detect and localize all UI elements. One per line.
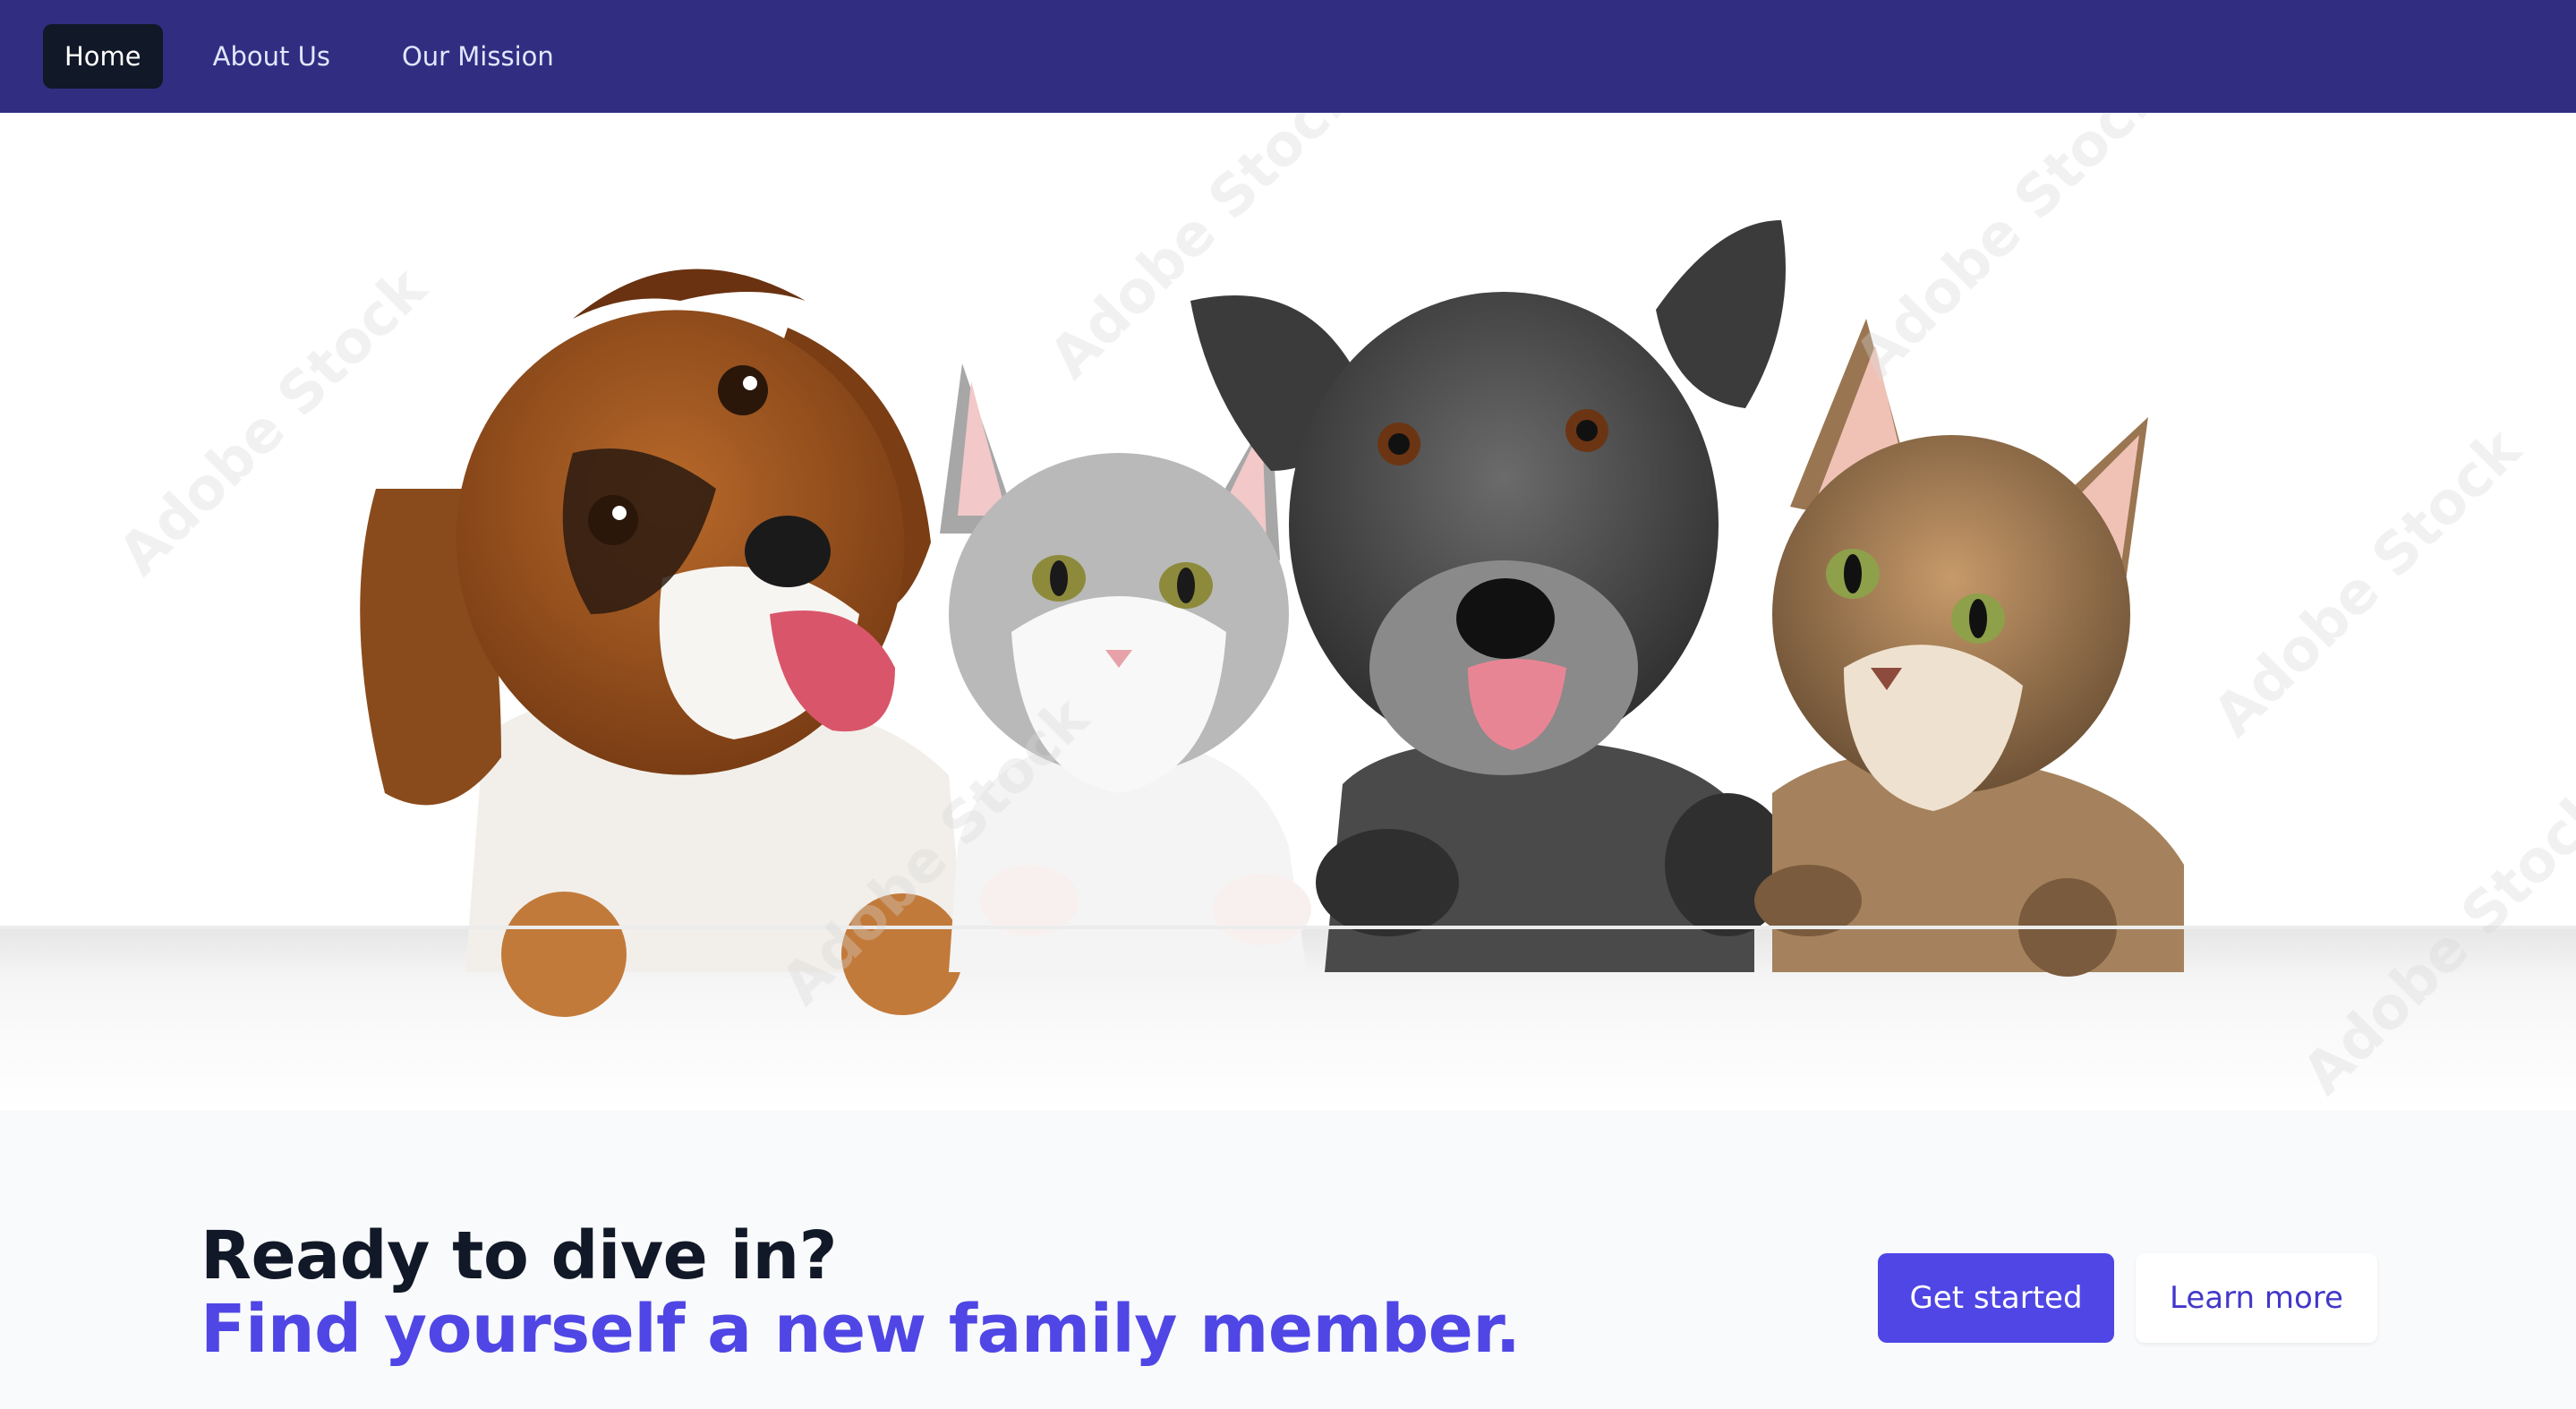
cta-section: Ready to dive in? Find yourself a new fa… bbox=[0, 1110, 2576, 1409]
cta-heading: Ready to dive in? Find yourself a new fa… bbox=[200, 1217, 1521, 1368]
cta-heading-line1: Ready to dive in? bbox=[200, 1217, 838, 1294]
hero-pets-image: Adobe Stock Adobe Stock Adobe Stock Adob… bbox=[0, 113, 2576, 1110]
nav-about-us-link[interactable]: About Us bbox=[192, 24, 352, 89]
get-started-button[interactable]: Get started bbox=[1878, 1253, 2114, 1343]
cta-heading-line2: Find yourself a new family member. bbox=[200, 1291, 1521, 1368]
learn-more-button[interactable]: Learn more bbox=[2136, 1253, 2377, 1343]
top-navbar: Home About Us Our Mission bbox=[0, 0, 2576, 113]
nav-home-link[interactable]: Home bbox=[43, 24, 163, 89]
nav-our-mission-link[interactable]: Our Mission bbox=[380, 24, 576, 89]
hero-illustration: Adobe Stock Adobe Stock Adobe Stock Adob… bbox=[0, 113, 2576, 1110]
